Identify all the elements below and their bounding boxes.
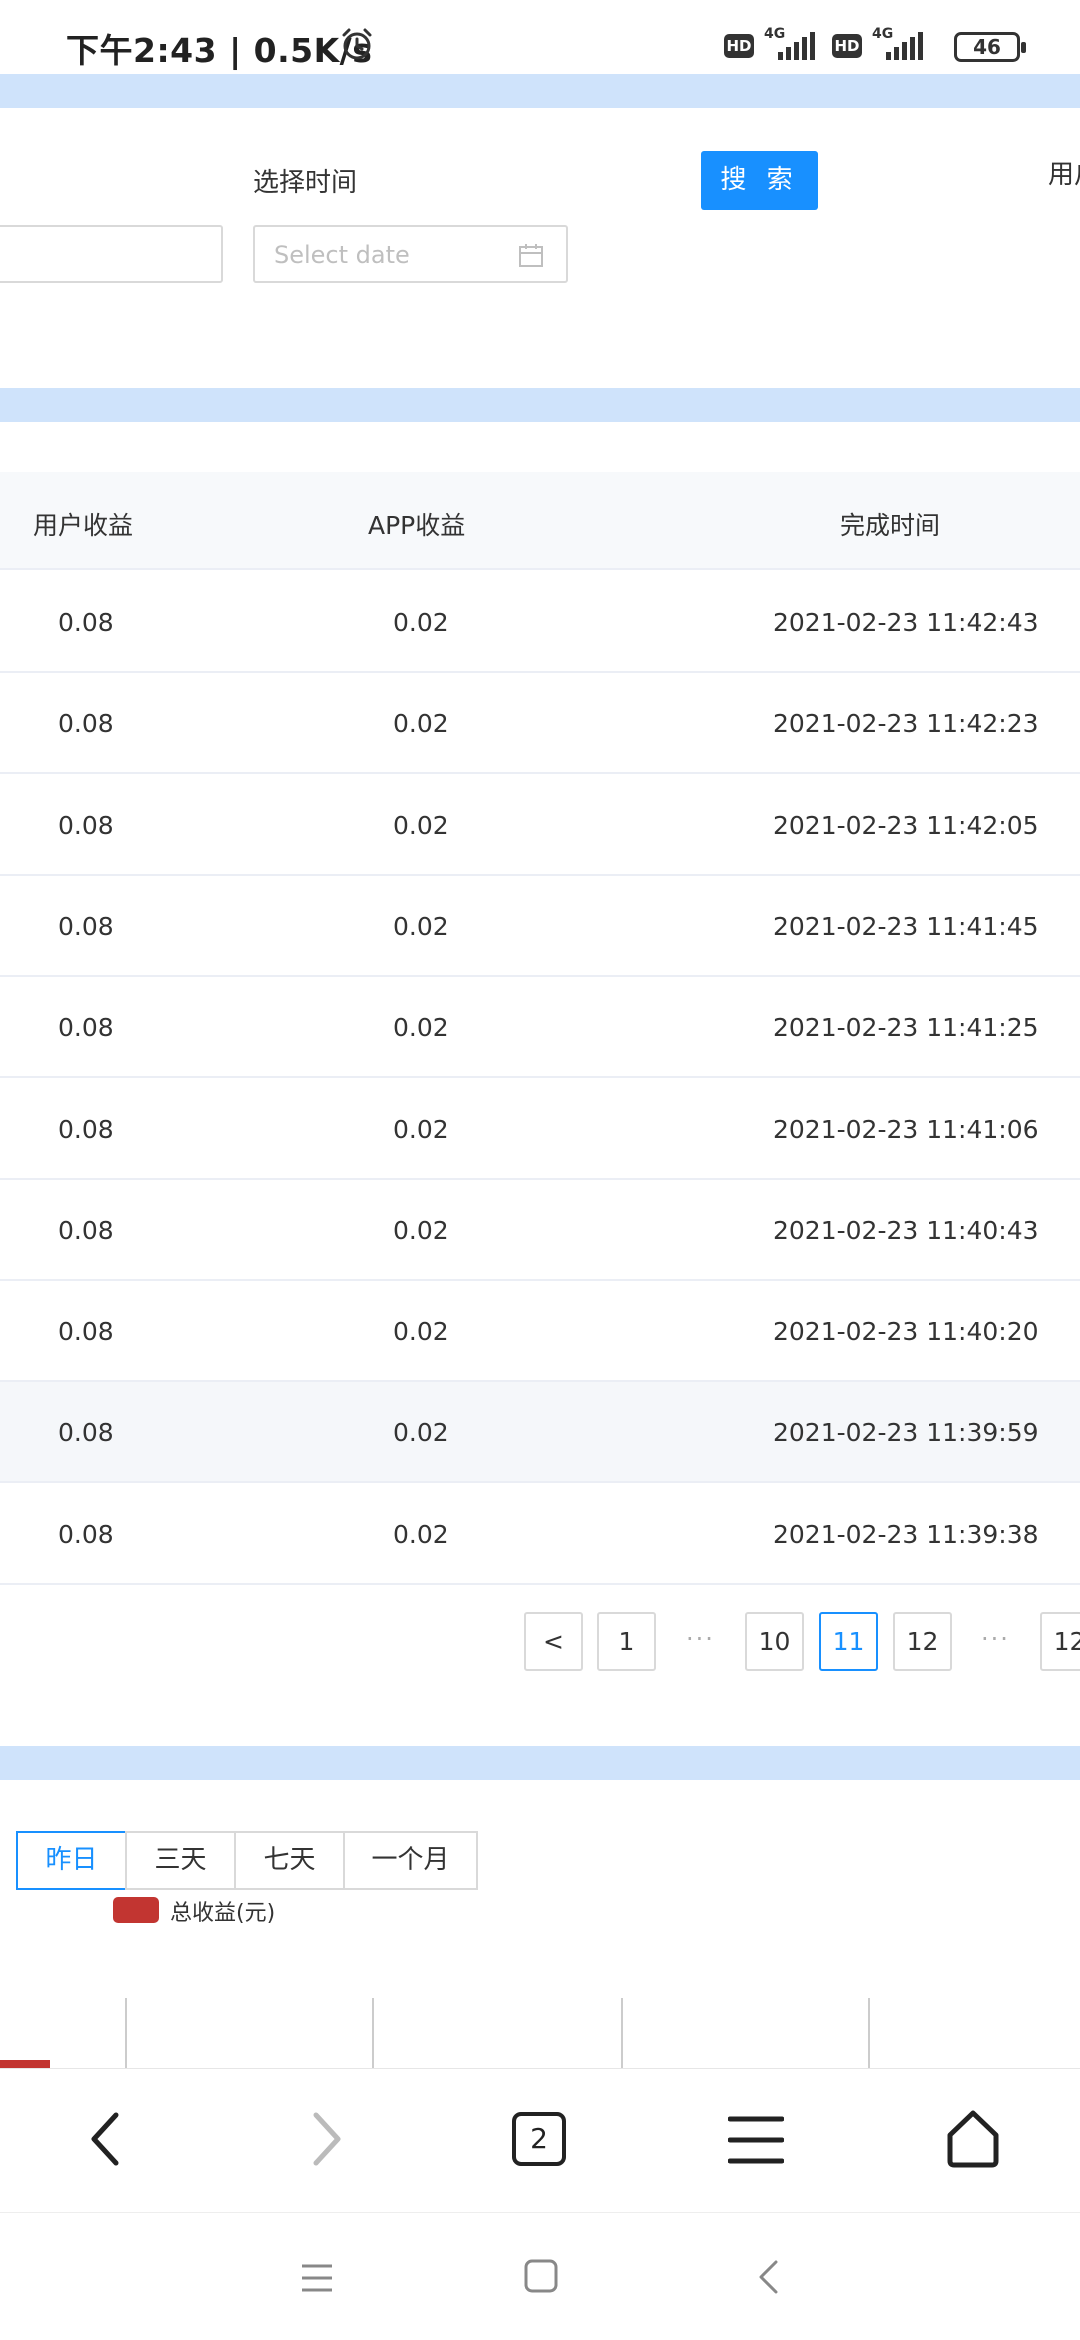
legend-swatch [113,1897,159,1923]
table-row[interactable]: 0.08 0.02 2021-02-23 11:41:06 [0,1078,1080,1180]
hd-badge: HD [724,34,754,58]
page-ellipsis[interactable]: ··· [966,1612,1025,1671]
app-earnings-cell: 0.02 [393,810,449,840]
chart-grid-line [868,1998,870,2068]
time-filter-label: 选择时间 [253,168,358,198]
completed-time-cell: 2021-02-23 11:41:45 [773,911,1039,941]
user-earnings-cell: 0.08 [58,1013,114,1043]
alarm-icon [342,28,372,60]
page-ellipsis[interactable]: ··· [671,1612,730,1671]
legend-label: 总收益(元) [170,1901,276,1926]
user-filter-label: 用户 [1048,160,1080,190]
completed-time-cell: 2021-02-23 11:40:20 [773,1317,1039,1347]
signal-area: HD 4G HD 4G 46 [724,26,1026,66]
app-earnings-cell: 0.02 [393,608,449,637]
user-earnings-cell: 0.08 [58,1317,114,1347]
status-bar: 下午2:43 | 0.5K/s HD 4G HD 4G 46 [0,0,1080,78]
section-header-band [0,74,1080,108]
status-time: 下午2:43 | 0.5K/s [66,31,373,70]
battery-indicator: 46 [954,32,1026,62]
date-placeholder: Select date [274,241,410,269]
page-button[interactable]: 10 [745,1612,804,1671]
chart-grid-line [125,1998,127,2068]
table-row[interactable]: 0.08 0.02 2021-02-23 11:41:25 [0,977,1080,1079]
app-earnings-cell: 0.02 [393,1317,449,1347]
hd-badge: HD [832,34,862,58]
chart-grid-line [621,1998,623,2068]
completed-time-cell: 2021-02-23 11:41:06 [773,1114,1039,1144]
user-earnings-cell: 0.08 [58,810,114,840]
menu-icon[interactable] [728,2115,784,2165]
system-back-icon[interactable] [756,2259,780,2295]
section-header-band [0,1746,1080,1780]
table-row[interactable]: 0.08 0.02 2021-02-23 11:39:38 [0,1483,1080,1585]
page-button-current[interactable]: 11 [819,1612,878,1671]
completed-time-cell: 2021-02-23 11:39:38 [773,1519,1039,1549]
app-earnings-cell: 0.02 [393,911,449,941]
signal-icon [886,32,923,60]
filter-input[interactable] [0,225,223,283]
tabs-button[interactable]: 2 [512,2112,566,2166]
app-earnings-cell: 0.02 [393,1519,449,1549]
back-icon[interactable] [86,2111,126,2167]
calendar-icon [519,244,543,267]
user-earnings-cell: 0.08 [58,608,114,637]
completed-time-cell: 2021-02-23 11:41:25 [773,1013,1039,1043]
table-header: 用户收益 APP收益 完成时间 [0,472,1080,570]
user-earnings-cell: 0.08 [58,1215,114,1245]
date-picker-input[interactable]: Select date [253,225,568,283]
clock-text: 下午2:43 [66,31,218,70]
completed-time-cell: 2021-02-23 11:42:43 [773,608,1039,637]
user-earnings-cell: 0.08 [58,709,114,739]
tab-three-days[interactable]: 三天 [125,1831,236,1890]
chart-grid-line [372,1998,374,2068]
prev-page-button[interactable]: < [524,1612,583,1671]
app-earnings-cell: 0.02 [393,1114,449,1144]
app-earnings-cell: 0.02 [393,1013,449,1043]
tab-seven-days[interactable]: 七天 [234,1831,345,1890]
signal-icon [778,32,815,60]
app-earnings-cell: 0.02 [393,709,449,739]
search-button[interactable]: 搜 索 [701,151,818,210]
forward-icon[interactable] [306,2111,346,2167]
completed-time-cell: 2021-02-23 11:39:59 [773,1418,1039,1448]
table-row[interactable]: 0.08 0.02 2021-02-23 11:39:59 [0,1382,1080,1484]
browser-toolbar: 2 [0,2068,1080,2212]
system-navigation-bar [0,2212,1080,2340]
page-button[interactable]: 12 [1040,1612,1080,1671]
app-earnings-cell: 0.02 [393,1215,449,1245]
chart-bar [0,2060,50,2068]
column-header-completed-time: 完成时间 [840,511,941,540]
app-earnings-cell: 0.02 [393,1418,449,1448]
page-button[interactable]: 1 [597,1612,656,1671]
table-row[interactable]: 0.08 0.02 2021-02-23 11:40:43 [0,1179,1080,1281]
user-earnings-cell: 0.08 [58,911,114,941]
home-icon[interactable] [944,2109,1002,2169]
table-row[interactable]: 0.08 0.02 2021-02-23 11:40:20 [0,1281,1080,1383]
page-button[interactable]: 12 [893,1612,952,1671]
user-earnings-cell: 0.08 [58,1519,114,1549]
tab-one-month[interactable]: 一个月 [343,1831,478,1890]
column-header-app-earnings: APP收益 [368,511,466,540]
column-header-user-earnings: 用户收益 [33,511,134,540]
section-header-band [0,388,1080,422]
system-home-icon[interactable] [524,2259,558,2293]
completed-time-cell: 2021-02-23 11:42:05 [773,810,1039,840]
completed-time-cell: 2021-02-23 11:40:43 [773,1215,1039,1245]
user-earnings-cell: 0.08 [58,1114,114,1144]
recent-apps-icon[interactable] [300,2263,334,2293]
tab-yesterday[interactable]: 昨日 [16,1831,127,1890]
table-row[interactable]: 0.08 0.02 2021-02-23 11:42:23 [0,673,1080,775]
user-earnings-cell: 0.08 [58,1418,114,1448]
table-row[interactable]: 0.08 0.02 2021-02-23 11:42:05 [0,774,1080,876]
table-row[interactable]: 0.08 0.02 2021-02-23 11:42:43 [0,572,1080,673]
table-row[interactable]: 0.08 0.02 2021-02-23 11:41:45 [0,875,1080,977]
completed-time-cell: 2021-02-23 11:42:23 [773,709,1039,739]
